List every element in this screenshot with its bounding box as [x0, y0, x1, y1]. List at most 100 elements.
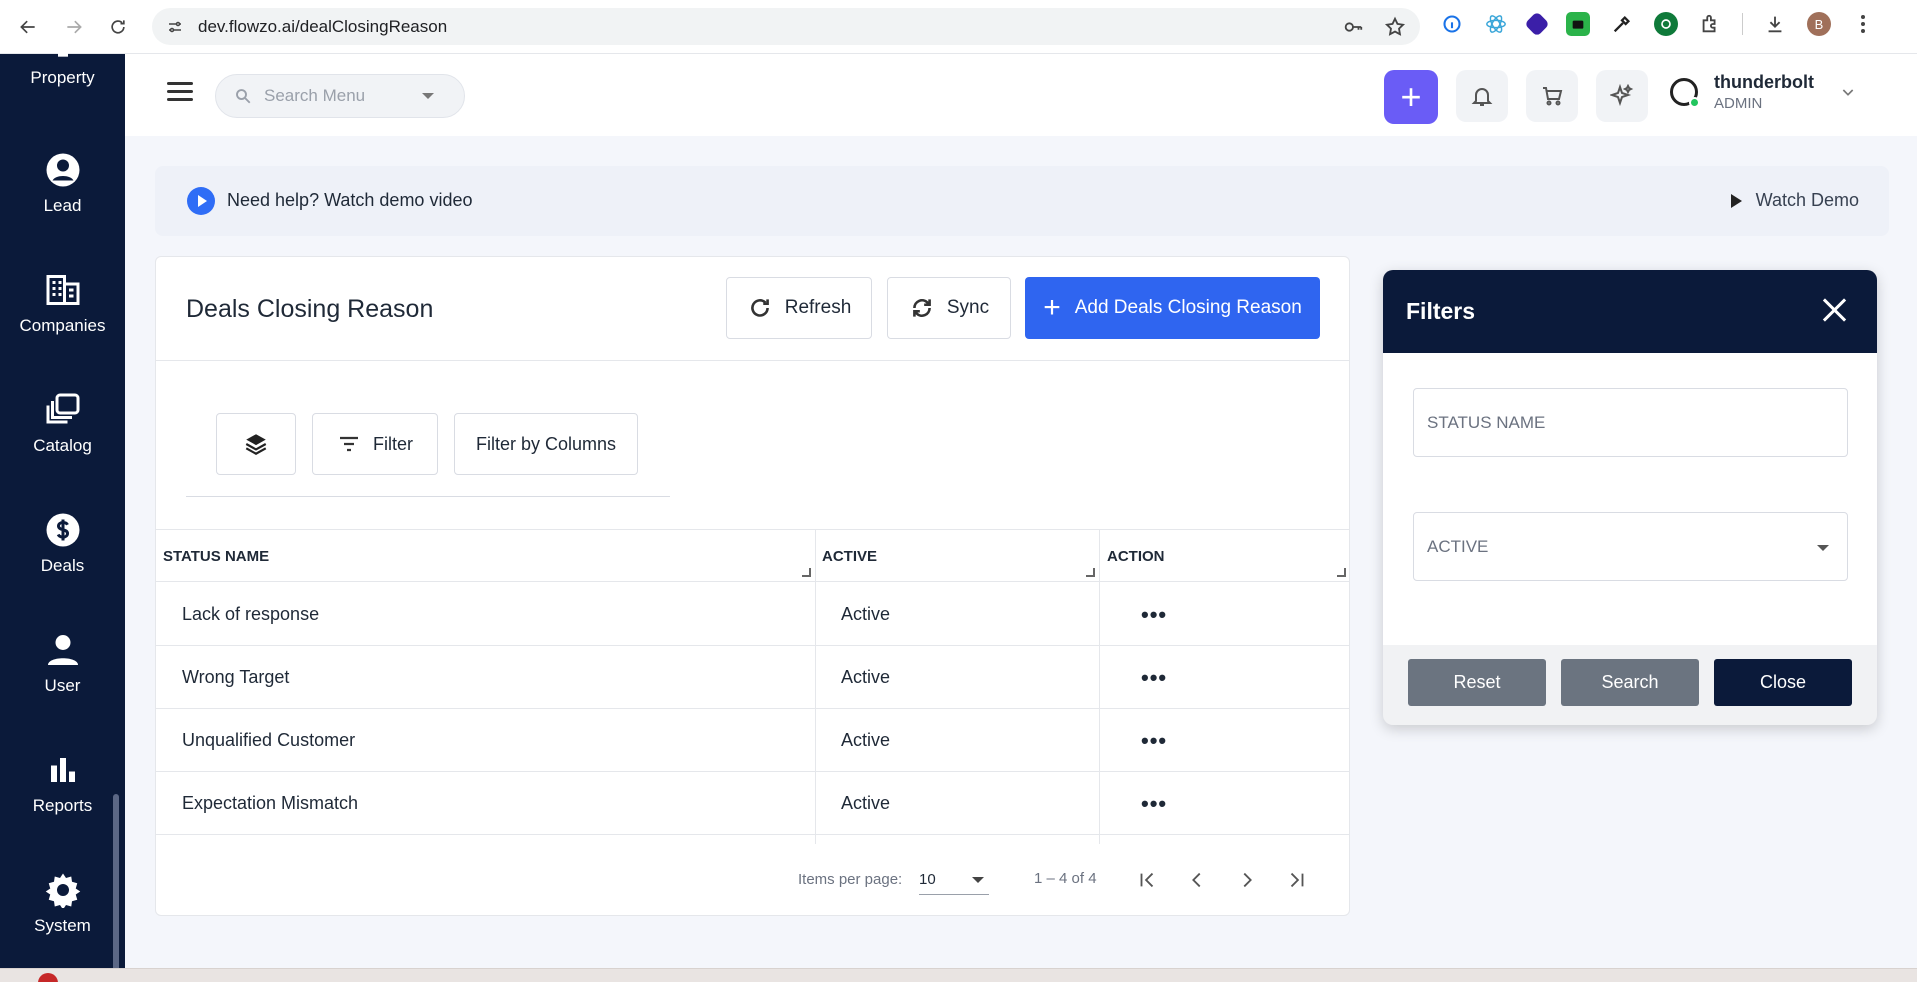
column-resize-handle[interactable]: [1086, 568, 1095, 577]
filter-button[interactable]: Filter: [312, 413, 438, 475]
sidebar-item-label: User: [44, 676, 81, 695]
table-row[interactable]: Unqualified Customer Active •••: [156, 709, 1349, 772]
plus-icon: +: [1043, 291, 1061, 324]
sidebar-item-label: System: [34, 916, 91, 935]
app-header: Search Menu + thunderbolt ADMIN: [125, 54, 1917, 136]
filter-lines-icon: [340, 436, 358, 452]
status-name-placeholder: STATUS NAME: [1427, 412, 1546, 432]
previous-page-button[interactable]: [1180, 863, 1214, 897]
play-icon: [1730, 193, 1742, 208]
row-actions-menu-icon[interactable]: •••: [1141, 583, 1167, 646]
key-icon[interactable]: [1342, 16, 1364, 38]
search-menu-input[interactable]: Search Menu: [215, 74, 465, 118]
filter-by-columns-button[interactable]: Filter by Columns: [454, 413, 638, 475]
deals-closing-reason-card: Deals Closing Reason Refresh Sync + Add …: [155, 256, 1350, 916]
sidebar-item-user[interactable]: User: [0, 632, 125, 696]
sidebar: Property Lead Companies Catalog Deals Us…: [0, 46, 125, 982]
companies-icon: [46, 275, 79, 305]
browser-menu-icon[interactable]: [1851, 12, 1875, 36]
sidebar-item-lead[interactable]: Lead: [0, 152, 125, 216]
next-page-button[interactable]: [1230, 863, 1264, 897]
table-row[interactable]: Expectation Mismatch Active •••: [156, 772, 1349, 835]
chevron-down-icon: [972, 877, 984, 883]
sidebar-item-catalog[interactable]: Catalog: [0, 392, 125, 456]
filter-columns-label: Filter by Columns: [475, 433, 617, 454]
column-header-active[interactable]: ACTIVE: [822, 530, 877, 583]
site-settings-icon[interactable]: [166, 18, 184, 36]
extension-green-icon[interactable]: [1654, 12, 1678, 36]
account-circle-icon: [46, 153, 79, 187]
cart-button[interactable]: [1526, 70, 1578, 122]
toolbar-underline: [186, 496, 670, 497]
user-avatar-icon: [1670, 78, 1700, 108]
first-page-button[interactable]: [1130, 863, 1164, 897]
sidebar-item-companies[interactable]: Companies: [0, 272, 125, 336]
bookmark-star-icon[interactable]: [1384, 16, 1406, 38]
items-per-page-select[interactable]: 10: [919, 865, 989, 895]
gear-icon: [45, 873, 80, 908]
active-cell: Active: [841, 604, 891, 624]
status-name-field[interactable]: STATUS NAME: [1413, 388, 1848, 457]
chevron-down-icon: [422, 93, 434, 99]
status-name-cell: Unqualified Customer: [182, 730, 356, 750]
catalog-icon: [46, 393, 79, 424]
chevron-right-icon: [1243, 872, 1252, 888]
extension-react-icon[interactable]: [1484, 12, 1508, 36]
layers-button[interactable]: [216, 413, 296, 475]
search-button[interactable]: Search: [1561, 659, 1699, 706]
os-taskbar: [0, 968, 1917, 982]
extension-robot-icon[interactable]: [1566, 12, 1590, 36]
user-icon: [47, 635, 78, 665]
table-header: STATUS NAME ACTIVE ACTION: [156, 529, 1349, 582]
watch-demo-link[interactable]: Watch Demo: [1730, 190, 1859, 211]
extensions-puzzle-icon[interactable]: [1698, 12, 1722, 36]
column-resize-handle[interactable]: [1337, 568, 1346, 577]
active-placeholder: ACTIVE: [1427, 536, 1489, 556]
refresh-button[interactable]: Refresh: [726, 277, 872, 339]
sidebar-scrollbar[interactable]: [113, 794, 119, 982]
filters-header: Filters: [1383, 270, 1877, 353]
ai-sparkle-button[interactable]: [1596, 70, 1648, 122]
active-select[interactable]: ACTIVE: [1413, 512, 1848, 581]
user-role: ADMIN: [1714, 95, 1763, 112]
eyedropper-icon[interactable]: [1610, 12, 1634, 36]
quick-add-button[interactable]: +: [1384, 70, 1438, 124]
items-per-page-value: 10: [919, 871, 936, 888]
extension-diamond-icon[interactable]: [1524, 11, 1550, 37]
sidebar-item-property[interactable]: Property: [0, 40, 125, 88]
browser-toolbar: dev.flowzo.ai/dealClosingReason B: [0, 0, 1917, 54]
sync-button[interactable]: Sync: [887, 277, 1011, 339]
sidebar-item-reports[interactable]: Reports: [0, 752, 125, 816]
address-bar[interactable]: dev.flowzo.ai/dealClosingReason: [152, 8, 1420, 45]
column-header-action[interactable]: ACTION: [1107, 530, 1165, 583]
notification-badge-icon: [38, 973, 58, 982]
url-text: dev.flowzo.ai/dealClosingReason: [198, 16, 448, 36]
cart-icon: [1543, 87, 1563, 106]
close-icon[interactable]: [1821, 297, 1847, 323]
menu-toggle-icon[interactable]: [167, 82, 193, 104]
table-row[interactable]: Lack of response Active •••: [156, 583, 1349, 646]
play-circle-icon[interactable]: [187, 187, 215, 215]
user-menu[interactable]: thunderbolt ADMIN: [1670, 72, 1856, 112]
sidebar-item-deals[interactable]: Deals: [0, 512, 125, 576]
profile-avatar[interactable]: B: [1807, 12, 1831, 36]
download-icon[interactable]: [1763, 12, 1787, 36]
add-deals-closing-reason-button[interactable]: + Add Deals Closing Reason: [1025, 277, 1320, 339]
close-button[interactable]: Close: [1714, 659, 1852, 706]
sidebar-item-label: Property: [30, 68, 95, 87]
sidebar-item-system[interactable]: System: [0, 872, 125, 936]
extension-info-icon[interactable]: [1440, 12, 1464, 36]
notifications-button[interactable]: [1456, 70, 1508, 122]
reset-button[interactable]: Reset: [1408, 659, 1546, 706]
column-header-status-name[interactable]: STATUS NAME: [163, 530, 269, 583]
sidebar-item-label: Reports: [32, 796, 93, 815]
filters-body: STATUS NAME ACTIVE: [1383, 353, 1877, 645]
row-actions-menu-icon[interactable]: •••: [1141, 772, 1167, 835]
last-page-icon: [1290, 872, 1304, 888]
active-cell: Active: [841, 730, 891, 750]
row-actions-menu-icon[interactable]: •••: [1141, 709, 1167, 772]
table-row[interactable]: Wrong Target Active •••: [156, 646, 1349, 709]
last-page-button[interactable]: [1280, 863, 1314, 897]
row-actions-menu-icon[interactable]: •••: [1141, 646, 1167, 709]
column-resize-handle[interactable]: [802, 568, 811, 577]
